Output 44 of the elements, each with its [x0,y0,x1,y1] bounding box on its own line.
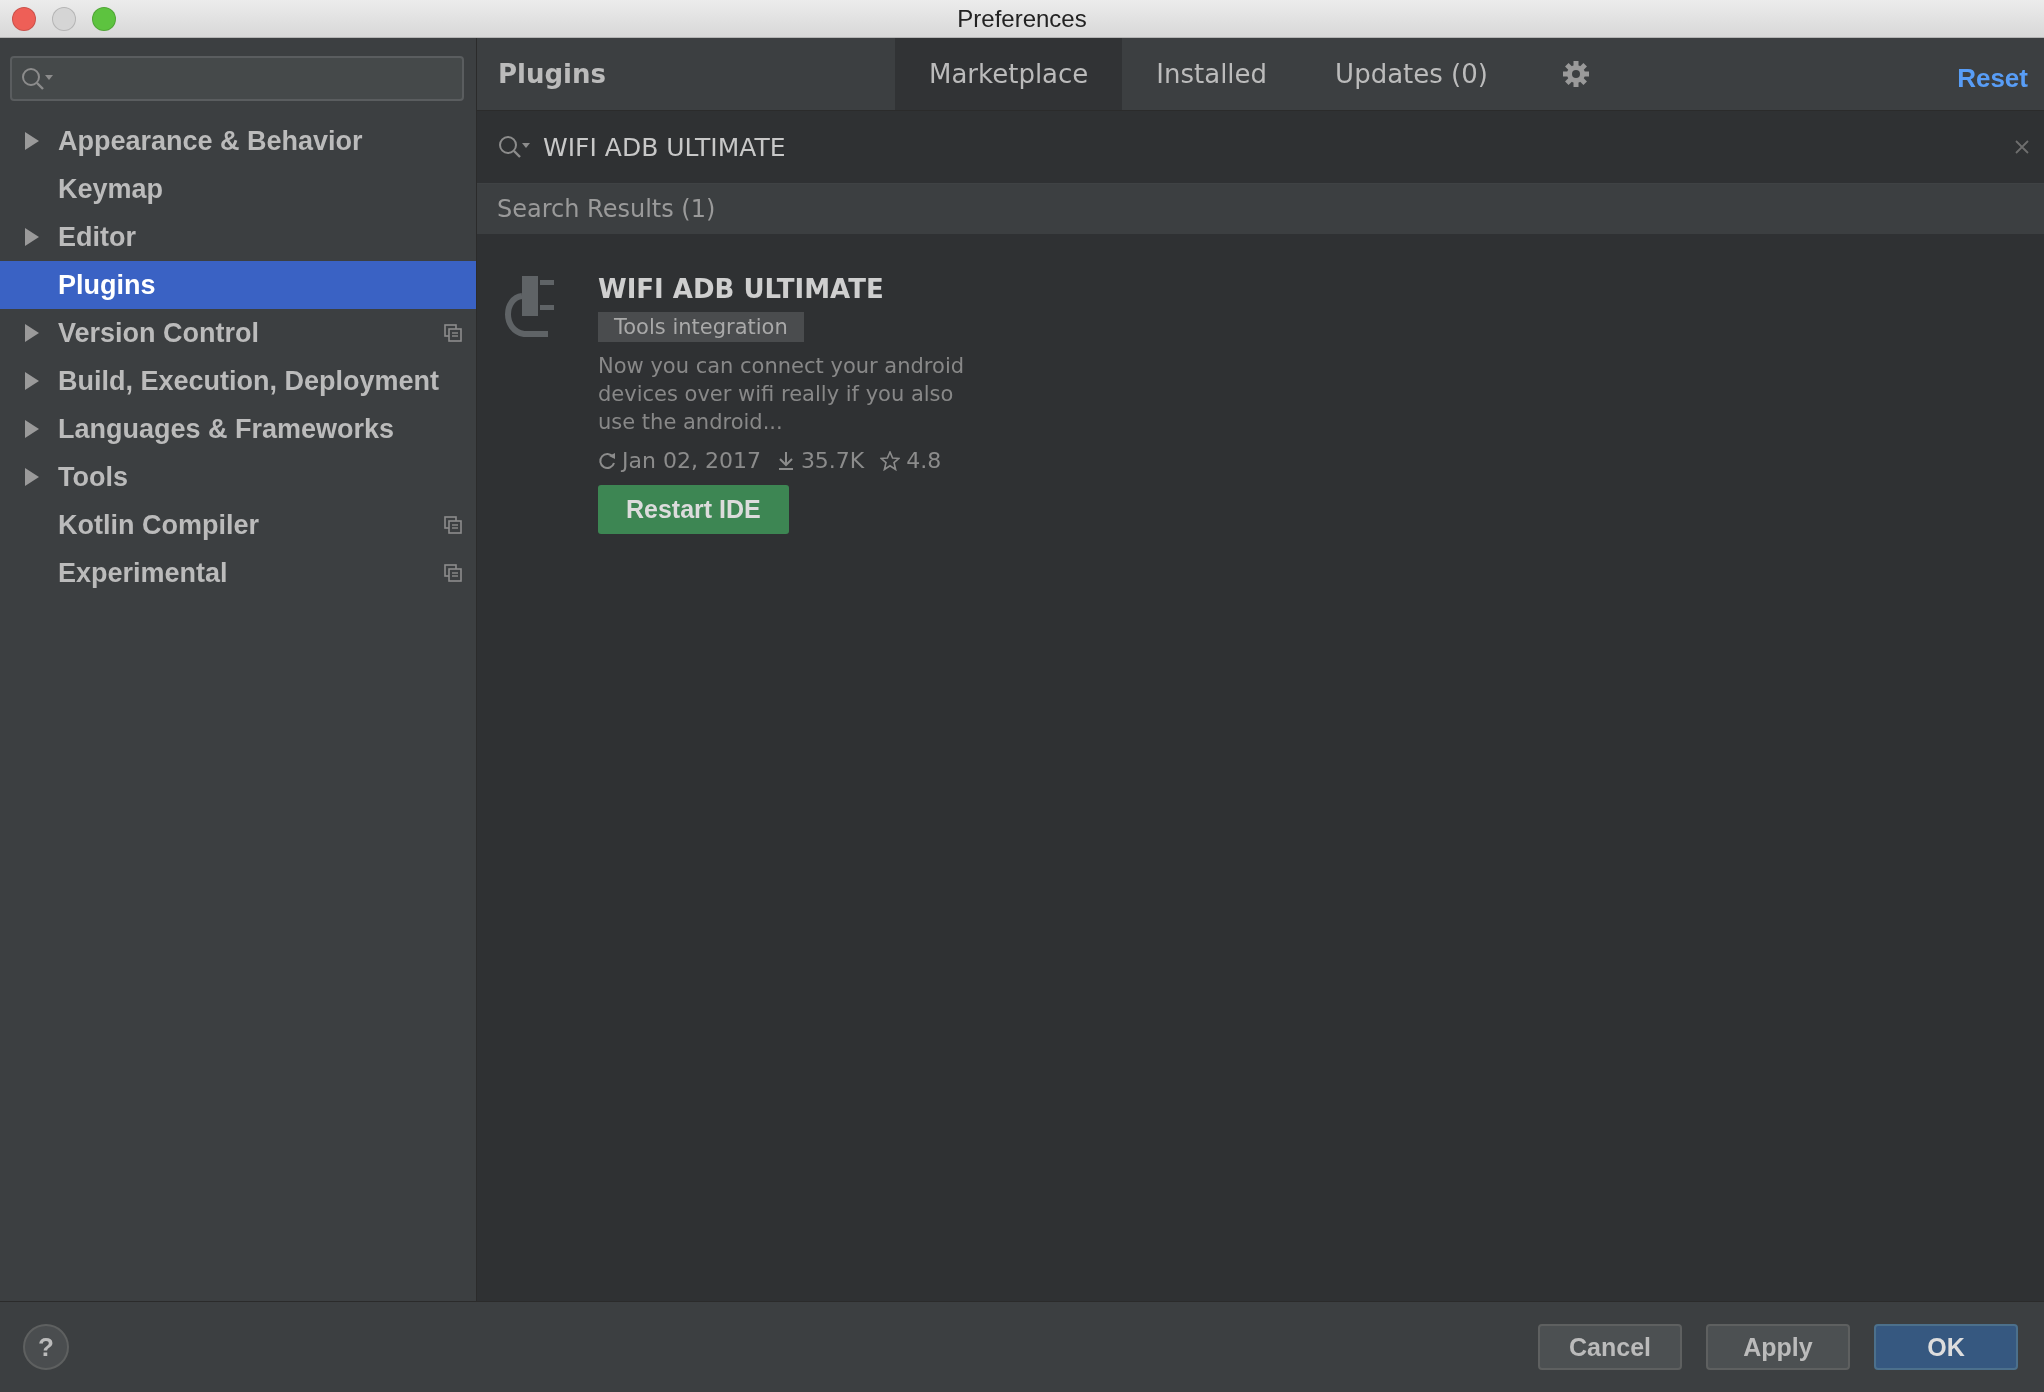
sidebar-item[interactable]: Keymap [0,165,476,213]
tab[interactable]: Installed [1122,38,1302,110]
plugin-name[interactable]: WIFI ADB ULTIMATE [598,272,884,306]
reset-link[interactable]: Reset [1957,62,2028,94]
search-icon [20,65,54,92]
expand-arrow-icon[interactable] [24,227,40,247]
expand-arrow-icon[interactable] [24,467,40,487]
star-icon [880,450,901,471]
zoom-button[interactable] [92,6,116,31]
plugin-description: Now you can connect your android devices over wifi really if you also use the android... [598,353,966,436]
search-field[interactable] [10,56,464,101]
expand-arrow-icon[interactable] [24,419,40,439]
search-icon [497,134,531,160]
restart-ide-button[interactable]: Restart IDE [598,485,789,534]
sidebar-item[interactable]: Experimental [0,549,476,597]
sidebar-item[interactable]: Tools [0,453,476,501]
sidebar-item[interactable]: Plugins [0,261,476,309]
pane-title: Plugins [498,59,606,89]
close-button[interactable] [12,6,36,31]
rating: 4.8 [906,448,942,473]
settings-icon[interactable] [1561,60,1590,88]
sidebar-item[interactable]: Kotlin Compiler [0,501,476,549]
window-title: Preferences [957,4,1087,32]
dialog-button[interactable]: Apply [1706,1324,1850,1370]
tab[interactable]: Updates (0) [1301,38,1522,110]
sidebar-item[interactable]: Editor [0,213,476,261]
expand-arrow-icon[interactable] [24,131,40,151]
update-date: Jan 02, 2017 [622,448,761,473]
category-tag: Tools integration [598,312,804,342]
dialog-button[interactable]: Cancel [1538,1324,1682,1370]
download-count: 35.7K [800,448,865,473]
results-heading: Search Results (1) [497,195,716,223]
help-button[interactable]: ? [23,1324,69,1370]
download-icon [776,450,795,471]
tab[interactable]: Marketplace [895,38,1123,110]
sidebar-item[interactable]: Build, Execution, Deployment [0,357,476,405]
sidebar-item[interactable]: Appearance & Behavior [0,117,476,165]
sidebar-item[interactable]: Version Control [0,309,476,357]
expand-arrow-icon[interactable] [24,371,40,391]
sidebar-item[interactable]: Languages & Frameworks [0,405,476,453]
expand-arrow-icon[interactable] [24,323,40,343]
clear-icon[interactable] [2014,139,2030,155]
refresh-icon [598,450,616,471]
dialog-button[interactable]: OK [1874,1324,2018,1370]
